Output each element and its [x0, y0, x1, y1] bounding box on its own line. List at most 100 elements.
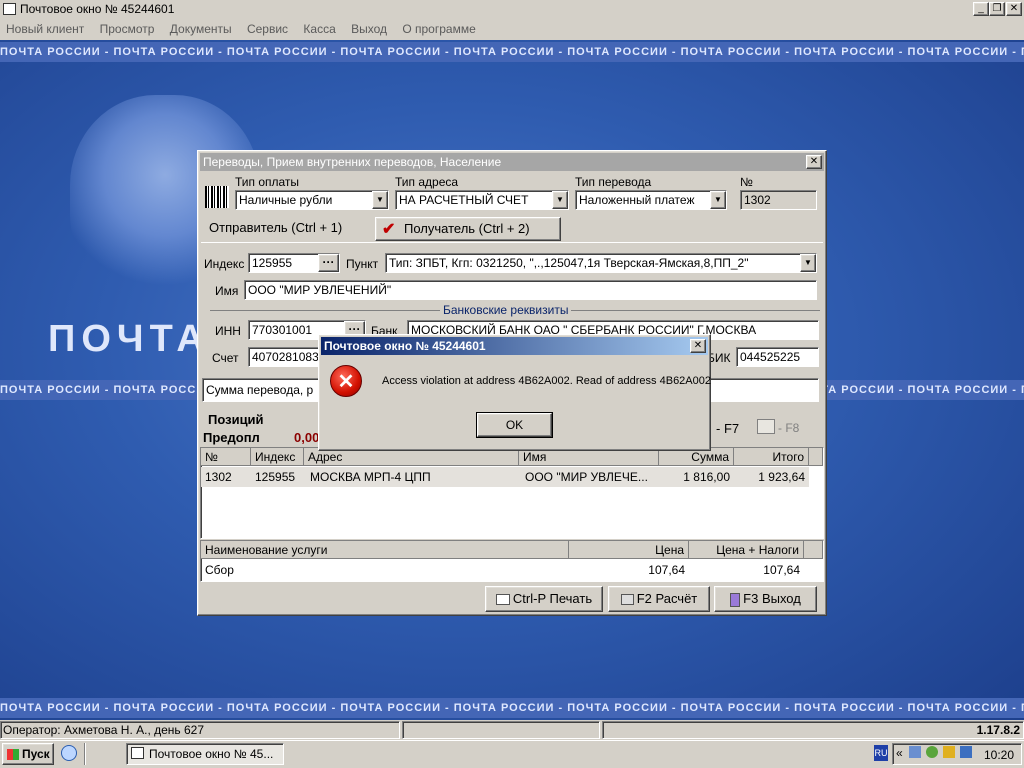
service-row-price-tax: 107,64: [763, 563, 800, 577]
close-button[interactable]: ✕: [1006, 2, 1022, 16]
menu-documents[interactable]: Документы: [170, 22, 232, 36]
chevron-down-icon[interactable]: ▼: [372, 191, 388, 209]
form-title: Переводы, Прием внутренних переводов, На…: [200, 153, 824, 171]
error-icon: ✕: [330, 365, 362, 397]
menu-service[interactable]: Сервис: [247, 22, 288, 36]
service-row-price: 107,64: [648, 563, 685, 577]
operator-status: Оператор: Ахметова Н. А., день 627: [0, 721, 400, 739]
chevron-down-icon[interactable]: ▼: [552, 191, 568, 209]
address-type-label: Тип адреса: [395, 175, 459, 189]
address-type-select[interactable]: НА РАСЧЕТНЫЙ СЧЕТ: [395, 190, 569, 210]
exit-button-label: F3 Выход: [743, 591, 801, 606]
tray-expand-icon[interactable]: «: [896, 746, 903, 760]
bank-section-title: Банковские реквизиты: [440, 303, 572, 317]
ribbon-bottom: ПОЧТА РОССИИ - ПОЧТА РОССИИ - ПОЧТА РОСС…: [0, 698, 1024, 718]
tray-network-icon[interactable]: [960, 746, 972, 758]
tray-warning-icon[interactable]: [943, 746, 955, 758]
start-label: Пуск: [22, 747, 50, 761]
number-label: №: [740, 175, 753, 189]
grid-header-total[interactable]: Итого: [734, 448, 809, 466]
row-name: ООО "МИР УВЛЕЧЕ...: [525, 470, 648, 484]
form-close-button[interactable]: ✕: [806, 155, 822, 169]
print-button[interactable]: Ctrl-P Печать: [485, 586, 603, 612]
name-label: Имя: [215, 284, 239, 298]
grid-header-filler: [809, 448, 823, 466]
exit-button[interactable]: F3 Выход: [714, 586, 817, 612]
task-postal-window[interactable]: Почтовое окно № 45...: [126, 743, 284, 765]
service-header-price[interactable]: Цена: [569, 541, 689, 559]
minimize-button[interactable]: _: [973, 2, 989, 16]
tab-recipient[interactable]: Получатель (Ctrl + 2): [375, 217, 561, 241]
prepay-label: Предопл: [203, 430, 260, 445]
status-panel-empty: [402, 721, 600, 739]
punkt-select[interactable]: Тип: ЗПБТ, Кгп: 0321250, ",.,125047,1я Т…: [385, 253, 817, 273]
calc-button[interactable]: F2 Расчёт: [608, 586, 710, 612]
grid-header-number[interactable]: №: [201, 448, 251, 466]
dialog-title: Почтовое окно № 45244601: [321, 337, 708, 355]
tray-app-icon[interactable]: [909, 746, 921, 758]
sum-label: Сумма перевода, р: [206, 383, 314, 397]
door-exit-icon: [730, 592, 741, 607]
chevron-down-icon[interactable]: ▼: [800, 254, 816, 272]
printer-icon: [495, 594, 510, 606]
index-lookup-button[interactable]: ···: [318, 254, 339, 272]
f8-button[interactable]: - F8: [778, 421, 799, 435]
bik-field[interactable]: 044525225: [736, 347, 819, 367]
chevron-down-icon[interactable]: ▼: [710, 191, 726, 209]
row-index: 125955: [255, 470, 296, 484]
main-window-title-text: Почтовое окно № 45244601: [20, 2, 175, 16]
start-button[interactable]: Пуск: [2, 743, 54, 765]
internet-explorer-icon[interactable]: [61, 745, 77, 761]
payment-type-label: Тип оплаты: [235, 175, 300, 189]
restore-button[interactable]: ❐: [989, 2, 1005, 16]
account-field[interactable]: 4070281083: [248, 347, 328, 367]
transfer-type-select[interactable]: Наложенный платеж: [575, 190, 727, 210]
dialog-close-button[interactable]: ✕: [690, 339, 706, 353]
print-button-label: Ctrl-P Печать: [512, 591, 593, 606]
menu-exit[interactable]: Выход: [351, 22, 387, 36]
checkmark-icon: ✔: [382, 221, 396, 238]
punkt-label: Пункт: [346, 257, 379, 271]
row-number: 1302: [205, 470, 232, 484]
app-icon: [3, 3, 16, 15]
calc-button-label: F2 Расчёт: [636, 591, 698, 606]
service-header-price-tax[interactable]: Цена + Налоги: [689, 541, 804, 559]
tab-divider: [201, 242, 823, 243]
windows-logo-icon: [7, 749, 19, 761]
language-indicator[interactable]: RU: [874, 745, 888, 761]
menu-cash[interactable]: Касса: [303, 22, 335, 36]
taskbar-separator: [84, 743, 86, 765]
tray-antivirus-icon[interactable]: [926, 746, 938, 758]
service-row-name: Сбор: [205, 563, 234, 577]
positions-label: Позиций: [208, 412, 264, 427]
ribbon-top: ПОЧТА РОССИИ - ПОЧТА РОССИИ - ПОЧТА РОСС…: [0, 42, 1024, 62]
menu-view[interactable]: Просмотр: [100, 22, 155, 36]
document-icon[interactable]: [757, 419, 775, 434]
name-field[interactable]: ООО "МИР УВЛЕЧЕНИЙ": [244, 280, 817, 300]
service-header-filler: [804, 541, 823, 559]
calculator-icon: [620, 594, 634, 606]
clock[interactable]: 10:20: [984, 748, 1014, 762]
number-field: 1302: [740, 190, 817, 210]
version-status: 1.17.8.2: [602, 721, 1024, 739]
task-app-icon: [131, 747, 144, 759]
menu-about[interactable]: О программе: [402, 22, 475, 36]
service-header-name[interactable]: Наименование услуги: [201, 541, 569, 559]
row-address: МОСКВА МРП-4 ЦПП: [310, 470, 431, 484]
prepay-value: 0,00: [294, 430, 320, 445]
menu-bar: Новый клиент Просмотр Документы Сервис К…: [0, 18, 1024, 40]
account-label: Счет: [212, 351, 239, 365]
row-total: 1 923,64: [758, 470, 805, 484]
row-sum: 1 816,00: [683, 470, 730, 484]
main-window-title: Почтовое окно № 45244601: [0, 0, 1024, 18]
menu-new-client[interactable]: Новый клиент: [6, 22, 84, 36]
ok-button[interactable]: OK: [476, 412, 553, 438]
payment-type-select[interactable]: Наличные рубли: [235, 190, 389, 210]
tab-sender[interactable]: Отправитель (Ctrl + 1): [201, 217, 370, 241]
grid-header-index[interactable]: Индекс: [251, 448, 304, 466]
f7-button[interactable]: - F7: [716, 421, 739, 436]
barcode-icon[interactable]: [205, 186, 229, 208]
index-label: Индекс: [204, 257, 245, 271]
transfer-type-label: Тип перевода: [575, 175, 652, 189]
dialog-message: Access violation at address 4B62A002. Re…: [382, 375, 711, 387]
